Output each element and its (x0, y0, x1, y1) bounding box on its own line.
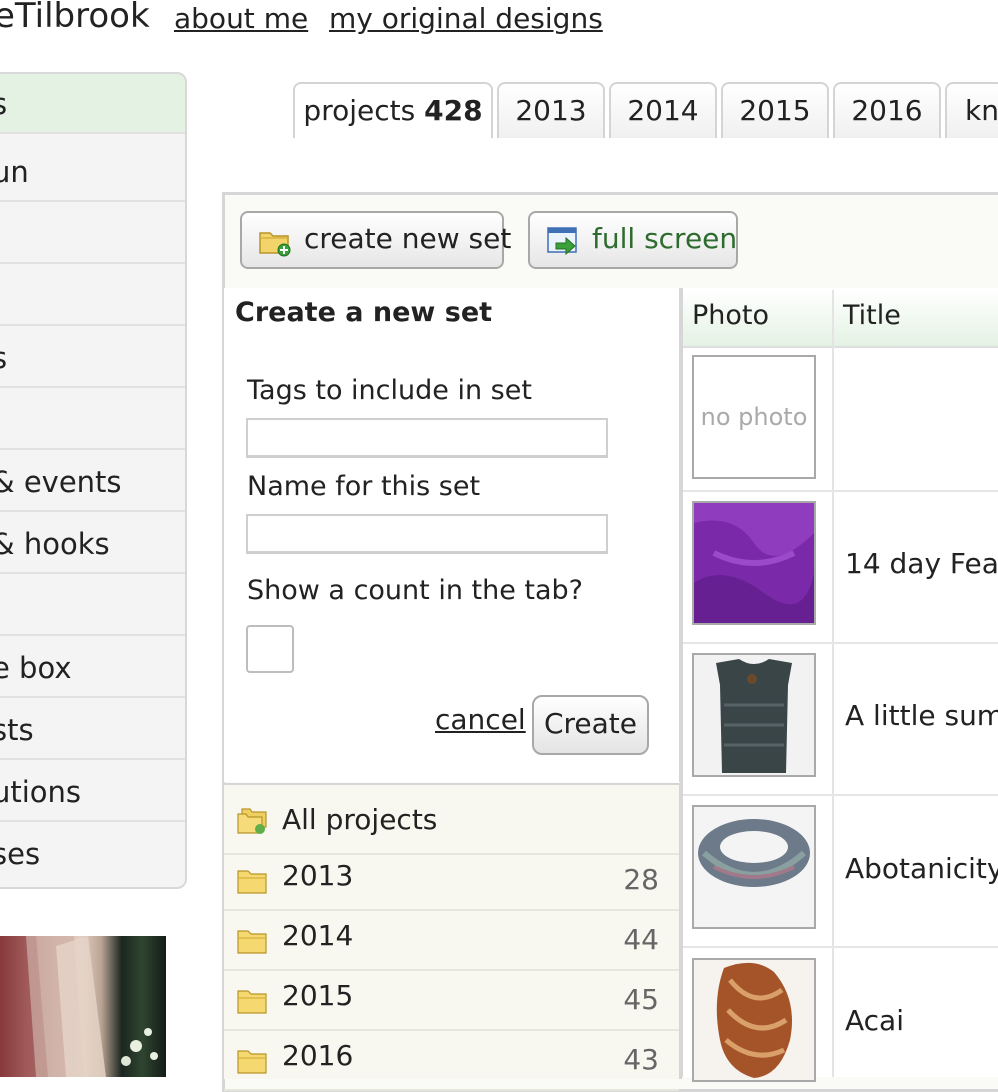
sidebar-item-6[interactable]: & events (0, 452, 185, 512)
project-title[interactable]: Abotanicity (845, 852, 998, 885)
set-name: 2014 (282, 919, 354, 952)
cancel-link[interactable]: cancel (435, 703, 526, 736)
sidebar-item-3[interactable] (0, 266, 185, 326)
set-count: 28 (623, 863, 659, 896)
set-name: All projects (282, 803, 438, 836)
project-thumbnail[interactable] (692, 805, 816, 929)
sidebar-item-4[interactable]: s (0, 328, 185, 388)
yarn-image (694, 960, 814, 1080)
full-screen-icon (547, 227, 577, 256)
yoke-image (694, 807, 814, 927)
set-name: 2013 (282, 859, 354, 892)
project-thumbnail[interactable]: no photo (692, 355, 816, 479)
tab-projects-label: projects (303, 94, 416, 127)
tab-2015[interactable]: 2015 (721, 82, 829, 138)
site-brand[interactable]: eTilbrook (0, 0, 150, 36)
tags-input[interactable] (246, 418, 608, 458)
folder-icon (237, 1050, 267, 1074)
set-name-input[interactable] (246, 514, 608, 554)
create-new-set-label: create new set (304, 222, 512, 255)
project-thumbnail[interactable] (692, 653, 816, 777)
sidebar-item-2[interactable] (0, 204, 185, 264)
set-count: 45 (623, 983, 659, 1016)
profile-photo-image (0, 936, 158, 1077)
set-name: 2016 (282, 1039, 354, 1072)
tab-projects[interactable]: projects 428 (293, 82, 493, 138)
sidebar-item-9[interactable]: e box (0, 638, 185, 698)
sidebar-item-7[interactable]: & hooks (0, 514, 185, 574)
tab-kn[interactable]: kn (945, 82, 998, 138)
set-count: 44 (623, 923, 659, 956)
sidebar-item-1[interactable]: un (0, 142, 185, 202)
show-count-checkbox[interactable] (246, 625, 294, 673)
sidebar-item-11[interactable]: utions (0, 762, 185, 822)
set-row-2013[interactable]: 2013 28 (224, 851, 679, 911)
set-row-2015[interactable]: 2015 45 (224, 971, 679, 1031)
project-title[interactable]: 14 day Feath (845, 547, 998, 580)
form-title: Create a new set (235, 297, 493, 328)
folder-icon (237, 990, 267, 1014)
set-row-all-projects[interactable]: All projects (224, 795, 679, 855)
project-thumbnail[interactable] (692, 501, 816, 625)
folder-icon (237, 870, 267, 894)
set-count: 43 (623, 1043, 659, 1076)
project-title[interactable]: Acai (845, 1004, 904, 1037)
about-me-link[interactable]: about me (174, 2, 308, 35)
project-thumbnail[interactable] (692, 958, 816, 1082)
create-button[interactable]: Create (532, 695, 649, 755)
grey-top-image (694, 655, 814, 775)
create-new-set-button[interactable]: create new set (240, 211, 511, 269)
tab-2014[interactable]: 2014 (609, 82, 717, 138)
sidebar-item-0[interactable]: s (0, 74, 185, 134)
set-name-label: Name for this set (247, 471, 481, 502)
sidebar-item-12[interactable]: ses (0, 824, 185, 884)
project-title[interactable]: A little sumr (845, 699, 998, 732)
sidebar-item-8[interactable] (0, 576, 185, 636)
profile-photo[interactable] (0, 936, 166, 1077)
tab-2013[interactable]: 2013 (497, 82, 605, 138)
sidebar-item-10[interactable]: sts (0, 700, 185, 760)
full-screen-button[interactable]: full screen (528, 211, 738, 269)
set-name: 2015 (282, 979, 354, 1012)
folder-icon (237, 930, 267, 954)
column-header-photo[interactable]: Photo (692, 300, 769, 331)
sidebar: s un s & events & hooks e box sts utions… (0, 72, 187, 889)
set-row-2016[interactable]: 2016 43 (224, 1031, 679, 1091)
set-list: All projects 2013 28 2014 44 2015 45 201… (224, 783, 682, 1091)
tags-label: Tags to include in set (247, 375, 532, 406)
purple-knit-image (694, 503, 814, 623)
folders-icon (237, 808, 267, 834)
full-screen-label: full screen (592, 222, 738, 255)
sidebar-item-5[interactable] (0, 390, 185, 450)
tab-2016[interactable]: 2016 (833, 82, 941, 138)
show-count-label: Show a count in the tab? (247, 575, 584, 606)
folder-add-icon (259, 232, 291, 257)
set-row-2014[interactable]: 2014 44 (224, 911, 679, 971)
original-designs-link[interactable]: my original designs (329, 2, 603, 35)
tab-projects-count: 428 (424, 94, 483, 127)
column-header-title[interactable]: Title (843, 300, 901, 331)
